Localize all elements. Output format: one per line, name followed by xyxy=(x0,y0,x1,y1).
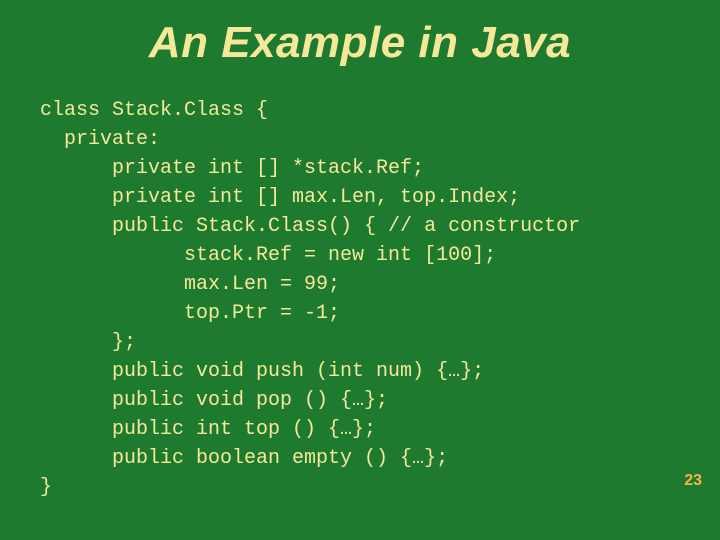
code-line: private: xyxy=(40,128,160,151)
code-line: public void push (int num) {…}; xyxy=(40,360,484,383)
code-line: } xyxy=(40,476,52,499)
code-line: top.Ptr = -1; xyxy=(40,302,340,325)
code-line: private int [] *stack.Ref; xyxy=(40,157,424,180)
code-line: public Stack.Class() { // a constructor xyxy=(40,215,580,238)
code-line: private int [] max.Len, top.Index; xyxy=(40,186,520,209)
slide: An Example in Java class Stack.Class { p… xyxy=(0,0,720,540)
slide-title: An Example in Java xyxy=(40,18,680,68)
page-number: 23 xyxy=(684,472,702,490)
code-line: public void pop () {…}; xyxy=(40,389,388,412)
code-line: public boolean empty () {…}; xyxy=(40,447,448,470)
code-line: max.Len = 99; xyxy=(40,273,340,296)
code-line: }; xyxy=(40,331,136,354)
code-line: stack.Ref = new int [100]; xyxy=(40,244,496,267)
code-line: public int top () {…}; xyxy=(40,418,376,441)
code-block: class Stack.Class { private: private int… xyxy=(40,96,680,502)
code-line: class Stack.Class { xyxy=(40,99,268,122)
